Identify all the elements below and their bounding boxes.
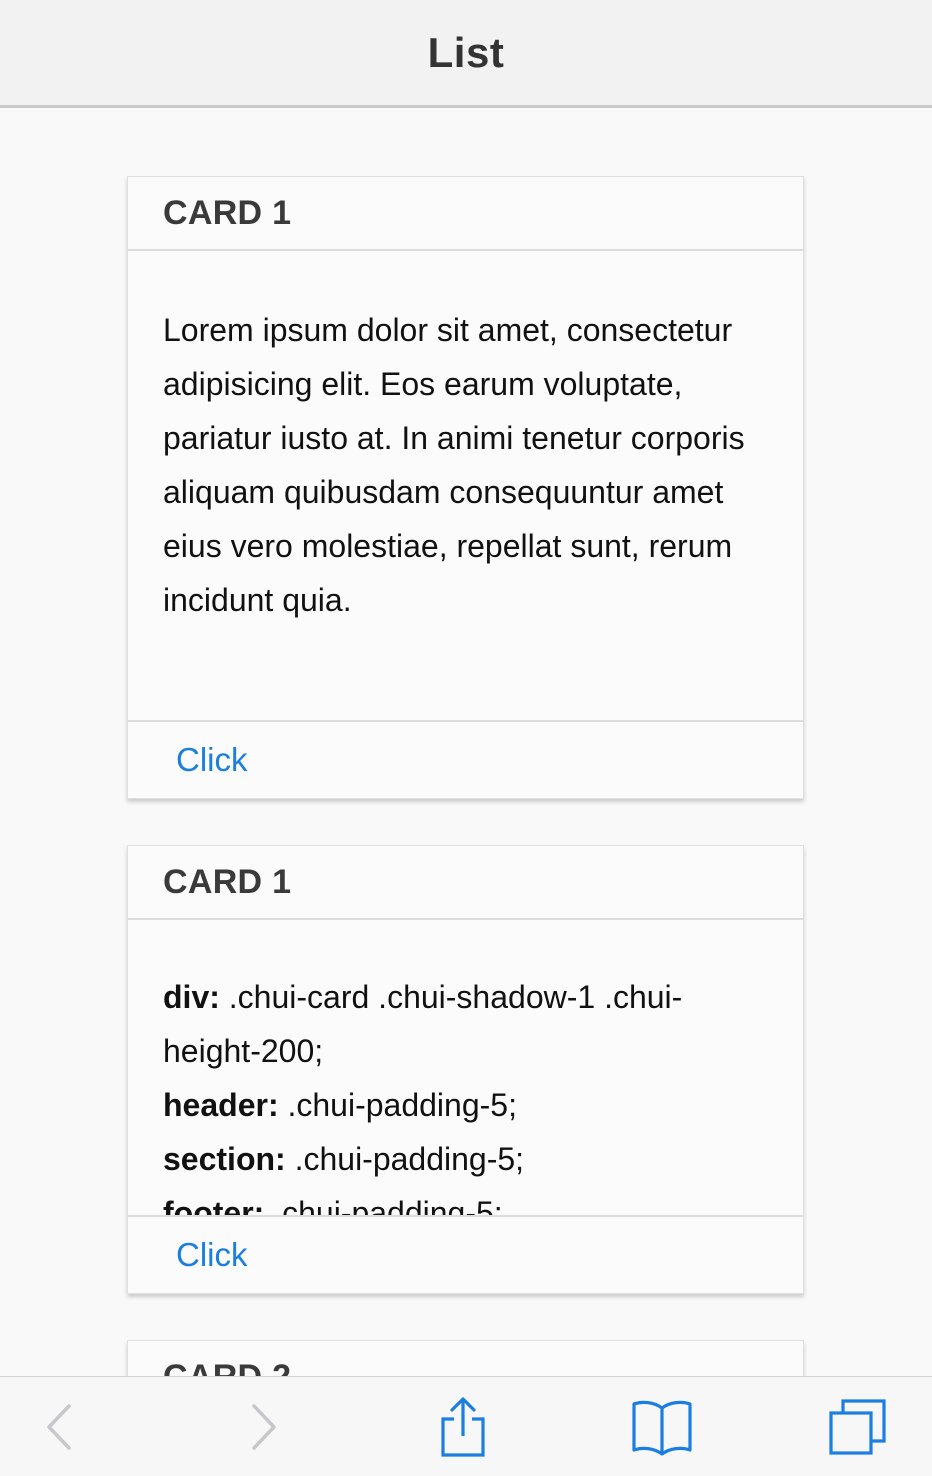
class-line-value: .chui-card .chui-shadow-1 .chui-height-2… [163, 979, 683, 1069]
class-line-key: footer: [163, 1195, 265, 1215]
card-title: CARD 2 [163, 1358, 291, 1377]
class-line: footer: .chui-padding-5; [163, 1186, 768, 1215]
card: CARD 1 div: .chui-card .chui-shadow-1 .c… [127, 845, 804, 1294]
card-body: Lorem ipsum dolor sit amet, consectetur … [128, 251, 803, 720]
card-footer: Click [128, 720, 803, 798]
card-title: CARD 1 [163, 193, 292, 232]
class-line: header: .chui-padding-5; [163, 1078, 768, 1132]
class-line-key: header: [163, 1087, 279, 1123]
bookmarks-button[interactable] [607, 1377, 717, 1476]
tabs-button[interactable] [803, 1377, 913, 1476]
card-header: CARD 1 [128, 846, 803, 920]
class-line: div: .chui-card .chui-shadow-1 .chui-hei… [163, 970, 768, 1078]
class-line-value: .chui-padding-5; [278, 1087, 517, 1123]
card: CARD 1 Lorem ipsum dolor sit amet, conse… [127, 176, 804, 799]
click-link[interactable]: Click [176, 1236, 248, 1274]
forward-button[interactable] [209, 1377, 319, 1476]
forward-icon [252, 1403, 276, 1450]
click-link[interactable]: Click [176, 741, 248, 779]
class-line-key: div: [163, 979, 220, 1015]
card-title: CARD 1 [163, 862, 292, 901]
nav-bar: List [0, 0, 932, 108]
browser-toolbar [0, 1376, 932, 1475]
back-button[interactable] [4, 1377, 114, 1476]
share-button[interactable] [408, 1377, 518, 1476]
class-line-value: .chui-padding-5; [285, 1141, 525, 1177]
page-title: List [427, 28, 505, 76]
card-header: CARD 2 [128, 1341, 803, 1377]
card: CARD 2 [127, 1340, 804, 1376]
card-body[interactable]: div: .chui-card .chui-shadow-1 .chui-hei… [128, 920, 803, 1215]
card-list[interactable]: CARD 1 Lorem ipsum dolor sit amet, conse… [0, 108, 932, 1376]
class-line: section: .chui-padding-5; [163, 1132, 768, 1186]
back-icon [47, 1403, 71, 1450]
class-line-key: section: [163, 1141, 286, 1177]
share-icon [441, 1396, 485, 1457]
tabs-icon [829, 1398, 886, 1455]
card-body-text: Lorem ipsum dolor sit amet, consectetur … [163, 312, 745, 618]
bookmarks-icon [632, 1400, 692, 1456]
card-header: CARD 1 [128, 177, 803, 251]
card-footer: Click [128, 1215, 803, 1293]
class-line-value: .chui-padding-5; [264, 1195, 503, 1215]
